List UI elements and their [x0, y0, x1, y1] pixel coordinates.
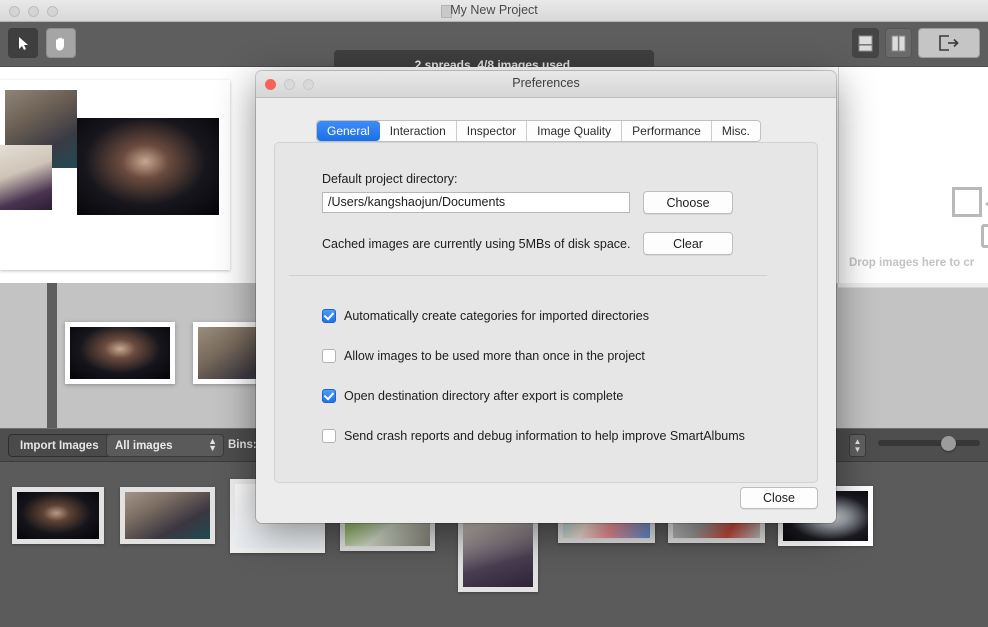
- photo-placeholder-2[interactable]: [0, 145, 52, 210]
- filmstrip-item[interactable]: [120, 487, 215, 544]
- checkbox-label: Allow images to be used more than once i…: [344, 349, 645, 363]
- checkbox-reuse-images[interactable]: [322, 349, 336, 363]
- single-page-view-button[interactable]: [852, 28, 879, 58]
- updown-stepper-icon: ▲▼: [854, 438, 862, 454]
- updown-chevrons-icon: ▲▼: [208, 438, 217, 452]
- preferences-dialog: Preferences General Interaction Inspecto…: [256, 71, 836, 523]
- export-button[interactable]: [918, 28, 980, 58]
- tab-misc[interactable]: Misc.: [712, 121, 760, 141]
- cache-usage-text: Cached images are currently using 5MBs o…: [322, 237, 630, 251]
- checkbox-row-reuse-images[interactable]: Allow images to be used more than once i…: [322, 336, 772, 376]
- placeholder-square-icon: [952, 187, 982, 217]
- strip-divider: [47, 283, 57, 428]
- checkbox-label: Automatically create categories for impo…: [344, 309, 649, 323]
- section-divider: [289, 275, 767, 276]
- app-window: My New Project 2 spreads. 4/8 images use…: [0, 0, 988, 627]
- default-directory-input[interactable]: /Users/kangshaojun/Documents: [322, 192, 630, 213]
- checkbox-label: Send crash reports and debug information…: [344, 429, 745, 443]
- bins-stepper[interactable]: ▲▼: [849, 434, 866, 457]
- main-toolbar: 2 spreads. 4/8 images used.: [0, 22, 988, 67]
- import-images-button[interactable]: Import Images: [8, 434, 111, 457]
- photo-placeholder-3[interactable]: [77, 118, 219, 215]
- small-placeholder-icon: [981, 224, 988, 248]
- zoom-slider-knob[interactable]: [941, 436, 956, 451]
- single-page-view-icon: [858, 35, 873, 52]
- checkbox-row-open-destination[interactable]: Open destination directory after export …: [322, 376, 772, 416]
- checkbox-label: Open destination directory after export …: [344, 389, 623, 403]
- tab-inspector[interactable]: Inspector: [457, 121, 527, 141]
- checkbox-row-auto-categories[interactable]: Automatically create categories for impo…: [322, 296, 772, 336]
- window-title: My New Project: [0, 3, 988, 17]
- image-filter-select[interactable]: All images ▲▼: [106, 434, 224, 457]
- filmstrip-item[interactable]: [12, 487, 104, 544]
- default-directory-label: Default project directory:: [322, 172, 457, 186]
- zoom-slider-track[interactable]: [878, 440, 980, 446]
- clear-cache-button[interactable]: Clear: [643, 232, 733, 255]
- arrow-cursor-icon: [18, 36, 29, 51]
- export-icon: [938, 35, 960, 51]
- split-page-view-button[interactable]: [885, 28, 912, 58]
- select-tool-button[interactable]: [8, 28, 38, 58]
- tab-performance[interactable]: Performance: [622, 121, 712, 141]
- preferences-close-action-button[interactable]: Close: [740, 487, 818, 509]
- checkbox-auto-categories[interactable]: [322, 309, 336, 323]
- checkbox-open-destination[interactable]: [322, 389, 336, 403]
- strip-left-gutter: [0, 283, 47, 428]
- preferences-title: Preferences: [256, 76, 836, 90]
- drop-hint-text: Drop images here to cr: [849, 257, 974, 269]
- preferences-checkbox-list: Automatically create categories for impo…: [322, 296, 772, 456]
- tab-image-quality[interactable]: Image Quality: [527, 121, 622, 141]
- spread-thumbnail[interactable]: [65, 322, 175, 384]
- checkbox-crash-reports[interactable]: [322, 429, 336, 443]
- preferences-tabs: General Interaction Inspector Image Qual…: [316, 120, 761, 142]
- checkbox-row-crash-reports[interactable]: Send crash reports and debug information…: [322, 416, 772, 456]
- window-titlebar: My New Project: [0, 0, 988, 22]
- bins-label: Bins:: [228, 439, 257, 451]
- preferences-titlebar: Preferences: [256, 71, 836, 98]
- pan-tool-button[interactable]: [46, 28, 76, 58]
- strip-right-fill: [838, 283, 988, 428]
- spread-page[interactable]: [0, 80, 230, 270]
- choose-directory-button[interactable]: Choose: [643, 191, 733, 214]
- drop-images-panel[interactable]: Drop images here to cr: [838, 67, 988, 283]
- tab-general[interactable]: General: [317, 121, 380, 141]
- split-page-view-icon: [891, 35, 906, 52]
- tab-interaction[interactable]: Interaction: [380, 121, 457, 141]
- view-mode-controls: [852, 28, 980, 58]
- hand-icon: [54, 36, 68, 51]
- image-filter-value: All images: [115, 440, 173, 452]
